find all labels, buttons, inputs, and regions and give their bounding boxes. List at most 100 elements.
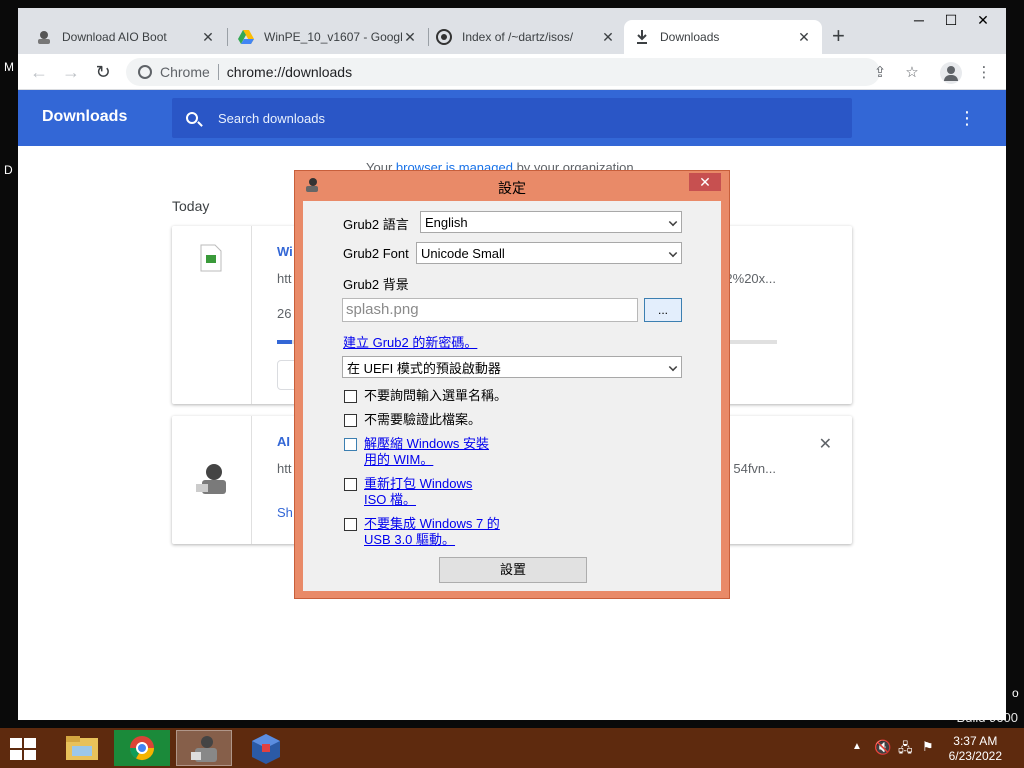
- minimize-button[interactable]: ─: [904, 12, 934, 34]
- checkbox-label[interactable]: 解壓縮 Windows 安裝 用的 WIM。: [364, 436, 489, 468]
- bookmark-star-icon[interactable]: ☆: [902, 63, 922, 83]
- desktop-text-fragment: M: [4, 60, 14, 74]
- search-icon: [186, 112, 198, 124]
- no-verify-checkbox[interactable]: [344, 414, 357, 427]
- no-usb3-drivers-checkbox[interactable]: [344, 518, 357, 531]
- progress-fill: [277, 340, 292, 344]
- chrome-icon: [138, 65, 152, 79]
- url-text: chrome://downloads: [226, 64, 353, 80]
- file-url-tail: 2%20x...: [725, 271, 776, 286]
- checkbox-label[interactable]: 不要集成 Windows 7 的 USB 3.0 驅動。: [364, 516, 500, 548]
- remove-item-icon[interactable]: ✕: [819, 434, 832, 454]
- github-favicon-icon: [436, 29, 452, 45]
- chevron-down-icon: [668, 362, 678, 372]
- browser-toolbar: ← → ↻ Chrome chrome://downloads ⇪ ☆ ⋮: [18, 54, 1006, 90]
- show-in-folder-link[interactable]: Sh: [277, 505, 293, 520]
- search-box[interactable]: [172, 98, 852, 138]
- download-progress-text: 26: [277, 306, 292, 321]
- tab-title: Download AIO Boot: [62, 30, 167, 44]
- file-explorer-icon[interactable]: [54, 730, 110, 766]
- google-drive-icon: [238, 29, 254, 45]
- address-bar[interactable]: Chrome chrome://downloads: [126, 58, 880, 86]
- selected-value: English: [425, 214, 468, 230]
- close-icon[interactable]: ✕: [600, 29, 616, 46]
- action-center-icon[interactable]: ⚑: [922, 739, 934, 768]
- show-hidden-icons[interactable]: ▲: [852, 741, 862, 768]
- file-icon: [200, 244, 222, 272]
- clock-time: 3:37 AM: [953, 734, 998, 748]
- new-tab-button[interactable]: +: [832, 25, 845, 47]
- chevron-down-icon: [668, 217, 678, 227]
- grub-font-select[interactable]: Unicode Small: [416, 242, 682, 264]
- selected-value: 在 UEFI 模式的預設啟動器: [347, 360, 501, 376]
- chrome-taskbar-icon[interactable]: [114, 730, 170, 766]
- page-title: Downloads: [42, 108, 128, 125]
- more-menu-icon[interactable]: ⋮: [974, 63, 994, 83]
- close-window-button[interactable]: ✕: [968, 12, 998, 34]
- network-icon[interactable]: 🖧: [898, 739, 913, 768]
- dialog-close-button[interactable]: ✕: [689, 173, 721, 191]
- profile-avatar-icon[interactable]: [940, 62, 962, 84]
- checkbox-label[interactable]: 重新打包 Windows ISO 檔。: [364, 476, 472, 508]
- checkbox-label-line: ISO 檔。: [364, 492, 417, 507]
- downloads-header: Downloads ⋮: [18, 90, 1006, 146]
- clock-date: 6/23/2022: [948, 749, 1002, 763]
- grub-language-select[interactable]: English: [420, 211, 682, 233]
- settings-dialog: 設定 ✕ Grub2 語言 English Grub2 Font Unicode…: [294, 170, 730, 599]
- tab-strip: Download AIO Boot ✕ WinPE_10_v1607 - Goo…: [18, 8, 1006, 54]
- tab-title: WinPE_10_v1607 - Google: [264, 30, 402, 44]
- file-url[interactable]: htt: [277, 461, 291, 476]
- create-password-link[interactable]: 建立 Grub2 的新密碼。: [343, 332, 477, 351]
- tab-index-of-isos[interactable]: Index of /~dartz/isos/ ✕: [426, 20, 626, 54]
- browse-button[interactable]: ...: [644, 298, 682, 322]
- aio-boot-favicon-icon: [36, 29, 52, 45]
- file-url[interactable]: htt: [277, 271, 291, 286]
- download-icon: [634, 29, 650, 45]
- virtualbox-icon[interactable]: [238, 730, 294, 766]
- checkbox-label-line: 解壓縮 Windows 安裝: [364, 436, 489, 451]
- apply-settings-button[interactable]: 設置: [439, 557, 587, 583]
- share-icon[interactable]: ⇪: [870, 63, 890, 83]
- extract-wim-checkbox[interactable]: [344, 438, 357, 451]
- search-input[interactable]: [218, 110, 718, 126]
- background-image-field[interactable]: splash.png: [342, 298, 638, 322]
- system-clock[interactable]: 3:37 AM 6/23/2022: [949, 734, 1002, 764]
- desktop-text-fragment: D: [4, 163, 13, 177]
- close-icon[interactable]: ✕: [796, 29, 812, 46]
- checkbox-label-line: 用的 WIM。: [364, 452, 434, 467]
- divider: [217, 64, 219, 80]
- checkbox-label-line: USB 3.0 驅動。: [364, 532, 456, 547]
- back-button[interactable]: ←: [28, 61, 50, 83]
- close-icon[interactable]: ✕: [402, 29, 418, 46]
- file-icon-column: [172, 416, 252, 544]
- file-icon-column: [172, 226, 252, 404]
- close-icon[interactable]: ✕: [200, 29, 216, 46]
- tab-winpe-google-drive[interactable]: WinPE_10_v1607 - Google ✕: [228, 20, 428, 54]
- chevron-down-icon: [668, 248, 678, 258]
- forward-button[interactable]: →: [60, 61, 82, 83]
- dialog-titlebar[interactable]: 設定 ✕: [295, 171, 729, 201]
- no-menu-name-checkbox[interactable]: [344, 390, 357, 403]
- more-menu-icon[interactable]: ⋮: [958, 108, 976, 129]
- tab-title: Downloads: [660, 30, 720, 44]
- tab-title: Index of /~dartz/isos/: [462, 30, 574, 44]
- file-name-link[interactable]: AI: [277, 434, 290, 449]
- volume-muted-icon[interactable]: 🔇: [874, 739, 891, 768]
- maximize-button[interactable]: ☐: [936, 12, 966, 34]
- dialog-body: Grub2 語言 English Grub2 Font Unicode Smal…: [303, 201, 721, 591]
- grub-language-label: Grub2 語言: [343, 217, 409, 232]
- uefi-boot-select[interactable]: 在 UEFI 模式的預設啟動器: [342, 356, 682, 378]
- tab-downloads[interactable]: Downloads ✕: [624, 20, 822, 54]
- aio-boot-taskbar-icon[interactable]: [176, 730, 232, 766]
- selected-value: Unicode Small: [421, 245, 505, 261]
- tab-download-aio-boot[interactable]: Download AIO Boot ✕: [26, 20, 226, 54]
- grub-background-label: Grub2 背景: [343, 277, 409, 292]
- windows-start-icon[interactable]: [10, 738, 38, 760]
- repack-iso-checkbox[interactable]: [344, 478, 357, 491]
- checkbox-label-line: 重新打包 Windows: [364, 476, 473, 491]
- file-name-link[interactable]: Wi: [277, 244, 293, 259]
- taskbar: ▲ 🔇 🖧 ⚑ 3:37 AM 6/23/2022: [0, 728, 1024, 768]
- reload-button[interactable]: ↻: [92, 61, 114, 83]
- file-url-tail: 54fvn...: [733, 461, 776, 476]
- aio-boot-app-icon: [196, 464, 226, 494]
